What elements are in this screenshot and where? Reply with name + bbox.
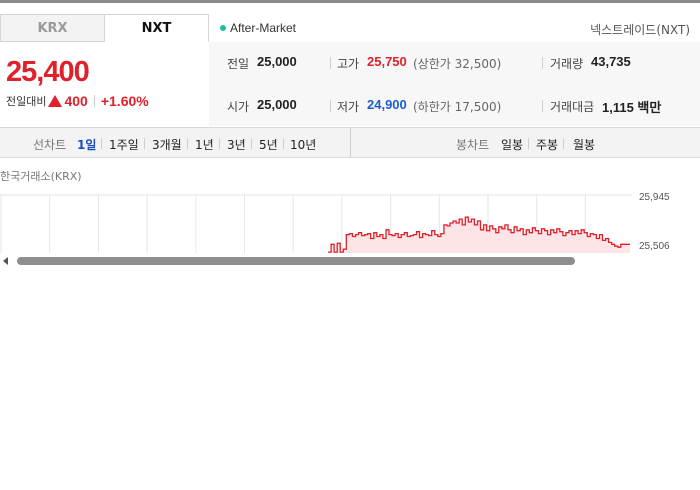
tab-period-5y[interactable]: 5년 [259, 136, 278, 153]
divider [528, 138, 529, 149]
high-value: 25,750 [367, 54, 407, 69]
divider [542, 100, 543, 112]
status-dot-icon [220, 25, 226, 31]
tab-period-1d[interactable]: 1일 [77, 136, 96, 153]
open-value: 25,000 [257, 97, 297, 112]
price-change: 전일대비 400 +1.60% [6, 93, 149, 109]
divider [144, 138, 145, 149]
candle-chart-title: 봉차트 [456, 138, 490, 152]
price-chart: 25,945 25,506 [0, 192, 670, 254]
tab-period-1y[interactable]: 1년 [195, 136, 214, 153]
divider [542, 57, 543, 69]
divider [93, 95, 95, 107]
tab-candle-weekly[interactable]: 주봉 [536, 136, 558, 153]
up-triangle-icon [48, 95, 63, 107]
line-chart-title: 선차트 [33, 138, 67, 152]
tab-period-10y[interactable]: 10년 [290, 136, 316, 153]
divider [350, 128, 351, 157]
tab-period-1w[interactable]: 1주일 [109, 136, 139, 153]
change-label: 전일대비 [6, 95, 47, 108]
session-indicator: After-Market [220, 21, 296, 35]
high-label: 고가 [337, 57, 360, 71]
scroll-left-icon[interactable] [3, 257, 8, 265]
exchange-tabs: KRX NXT [0, 14, 209, 42]
divider [251, 138, 252, 149]
lower-limit-note: (하한가 17,500) [413, 100, 502, 114]
volume-value: 43,735 [591, 54, 631, 69]
divider [219, 138, 220, 149]
tab-nxt[interactable]: NXT [104, 14, 209, 42]
low-value: 24,900 [367, 97, 407, 112]
prev-close-value: 25,000 [257, 54, 297, 69]
current-price: 25,400 [6, 56, 90, 88]
upper-limit-note: (상한가 32,500) [413, 57, 502, 71]
tab-krx[interactable]: KRX [0, 14, 105, 42]
trade-value-value: 1,115 백만 [602, 100, 662, 115]
tab-period-3m[interactable]: 3개월 [152, 136, 182, 153]
chart-scrollbar[interactable] [0, 253, 700, 269]
y-tick-label: 25,945 [639, 192, 670, 203]
market-name: 한국거래소(KRX) [0, 170, 82, 183]
volume-label: 거래량 [550, 57, 584, 71]
scroll-thumb[interactable] [17, 257, 575, 265]
change-percent: +1.60% [100, 93, 149, 109]
exchange-name: 넥스트레이드(NXT) [590, 23, 690, 37]
divider [563, 138, 564, 149]
low-label: 저가 [337, 100, 360, 114]
divider [101, 138, 102, 149]
change-value: 400 [64, 93, 88, 109]
trade-value-label: 거래대금 [550, 100, 595, 114]
prev-close-label: 전일 [227, 57, 250, 71]
tab-candle-monthly[interactable]: 월봉 [573, 136, 595, 153]
top-border [0, 0, 700, 3]
divider [283, 138, 284, 149]
y-tick-label: 25,506 [639, 241, 670, 252]
open-label: 시가 [227, 100, 250, 114]
quote-stats: 전일 25,000 고가 25,750 (상한가 32,500) 거래량 43,… [209, 42, 700, 126]
divider [330, 100, 331, 112]
divider [187, 138, 188, 149]
tab-candle-daily[interactable]: 일봉 [501, 136, 523, 153]
chart-period-tabs: 선차트 1일 1주일 3개월 1년 3년 5년 10년 봉차트 일봉 주봉 월봉 [0, 127, 700, 158]
tab-period-3y[interactable]: 3년 [227, 136, 246, 153]
session-label: After-Market [230, 21, 297, 35]
divider [330, 57, 331, 69]
